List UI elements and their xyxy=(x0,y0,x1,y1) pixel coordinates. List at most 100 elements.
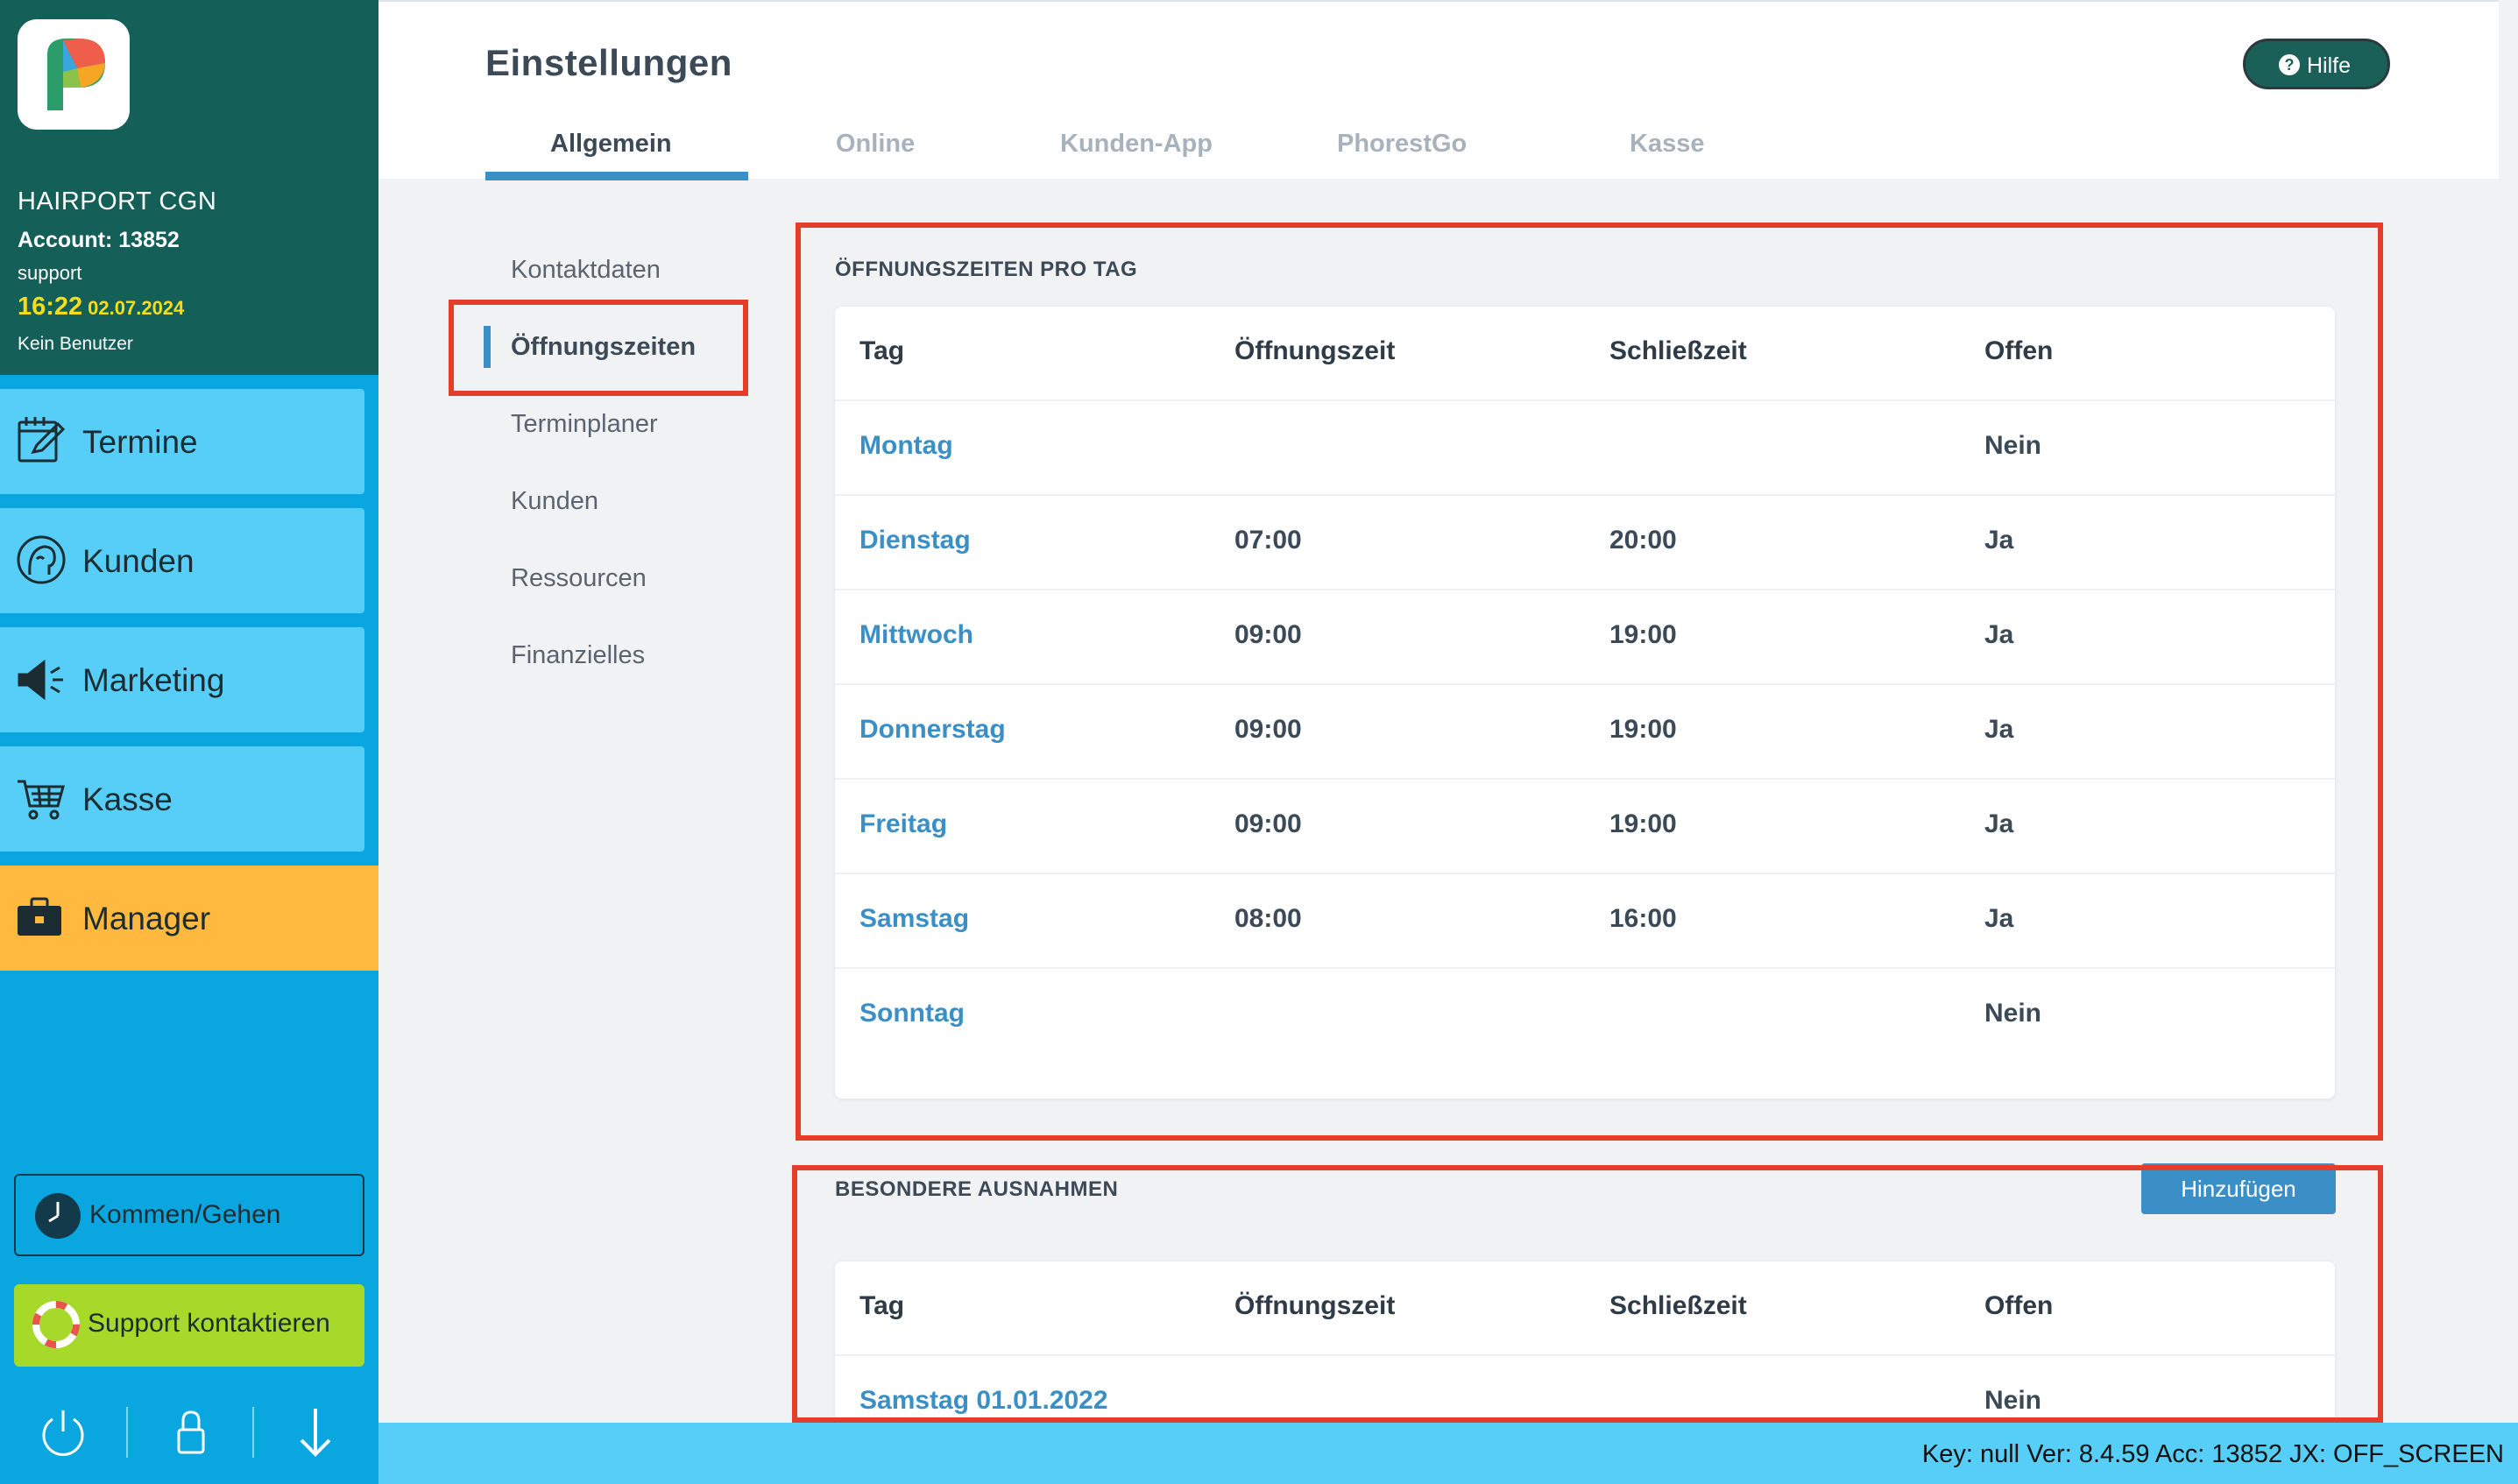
nav-marketing[interactable]: Marketing xyxy=(0,627,364,732)
nav-manager[interactable]: Manager xyxy=(0,866,378,971)
salon-name: HAIRPORT CGN xyxy=(18,187,217,216)
help-button[interactable]: ? Hilfe xyxy=(2243,39,2390,89)
column-header: Öffnungszeit xyxy=(1234,336,1396,365)
app-logo xyxy=(18,19,130,130)
open-status: Ja xyxy=(1984,904,2014,933)
table-header: Tag Öffnungszeit Schließzeit Offen xyxy=(835,1261,2335,1356)
day-link[interactable]: Sonntag xyxy=(859,999,965,1028)
active-user: Kein Benutzer xyxy=(18,334,133,354)
status-bar: Key: null Ver: 8.4.59 Acc: 13852 JX: OFF… xyxy=(378,1423,2518,1484)
column-header: Tag xyxy=(859,336,905,365)
calendar-edit-icon xyxy=(18,417,66,463)
table-row[interactable]: Montag Nein xyxy=(835,401,2335,496)
hours-section-title: ÖFFNUNGSZEITEN PRO TAG xyxy=(835,258,1138,281)
table-header: Tag Öffnungszeit Schließzeit Offen xyxy=(835,307,2335,401)
clock-in-out-label: Kommen/Gehen xyxy=(89,1200,281,1229)
nav-kunden[interactable]: Kunden xyxy=(0,508,364,613)
day-link[interactable]: Montag xyxy=(859,431,953,461)
opening-time: 09:00 xyxy=(1234,620,1302,649)
column-header: Öffnungszeit xyxy=(1234,1291,1396,1320)
exceptions-table: Tag Öffnungszeit Schließzeit Offen Samst… xyxy=(835,1261,2335,1424)
day-link[interactable]: Donnerstag xyxy=(859,715,1006,745)
contact-support-button[interactable]: Support kontaktieren xyxy=(14,1284,364,1367)
closing-time: 19:00 xyxy=(1609,809,1677,838)
clock-in-out-button[interactable]: Kommen/Gehen xyxy=(14,1174,364,1256)
nav-marketing-label: Marketing xyxy=(82,662,225,698)
table-row[interactable]: Samstag 01.01.2022 Nein xyxy=(835,1356,2335,1424)
open-status: Ja xyxy=(1984,620,2014,649)
closing-time: 16:00 xyxy=(1609,904,1677,933)
subnav-ressourcen[interactable]: Ressourcen xyxy=(511,564,647,593)
page-header: Einstellungen ? Hilfe Allgemein Online K… xyxy=(378,0,2499,180)
subnav-finanzielles[interactable]: Finanzielles xyxy=(511,641,645,670)
lifebuoy-icon xyxy=(32,1301,80,1348)
nav-kasse[interactable]: Kasse xyxy=(0,746,364,852)
subnav-oeffnungszeiten[interactable]: Öffnungszeiten xyxy=(511,333,696,362)
clock-display: 16:22 02.07.2024 xyxy=(18,293,184,322)
open-status: Ja xyxy=(1984,809,2014,838)
table-row[interactable]: Donnerstag 09:00 19:00 Ja xyxy=(835,685,2335,780)
hours-table: Tag Öffnungszeit Schließzeit Offen Monta… xyxy=(835,307,2335,1099)
arrow-down-icon[interactable] xyxy=(287,1403,343,1459)
closing-time: 19:00 xyxy=(1609,715,1677,744)
page-title: Einstellungen xyxy=(485,42,732,83)
add-exception-button[interactable]: Hinzufügen xyxy=(2141,1163,2336,1214)
column-header: Tag xyxy=(859,1291,905,1320)
open-status: Nein xyxy=(1984,999,2042,1028)
question-icon: ? xyxy=(2279,54,2300,75)
account-panel: HAIRPORT CGN Account: 13852 support 16:2… xyxy=(0,0,378,375)
window-edge xyxy=(2499,0,2518,1423)
subnav-kontaktdaten[interactable]: Kontaktdaten xyxy=(511,256,661,285)
customer-head-icon xyxy=(17,535,66,584)
open-status: Ja xyxy=(1984,526,2014,555)
table-row[interactable]: Samstag 08:00 16:00 Ja xyxy=(835,874,2335,969)
nav-kasse-label: Kasse xyxy=(82,781,173,817)
day-link[interactable]: Mittwoch xyxy=(859,620,973,650)
shopping-cart-icon xyxy=(18,780,65,820)
logged-in-user: support xyxy=(18,262,82,284)
briefcase-icon xyxy=(18,897,61,936)
table-row[interactable]: Freitag 09:00 19:00 Ja xyxy=(835,780,2335,874)
tab-online[interactable]: Online xyxy=(836,130,915,159)
current-time: 16:22 xyxy=(18,293,83,321)
tab-kasse[interactable]: Kasse xyxy=(1630,130,1704,159)
open-status: Nein xyxy=(1984,431,2042,460)
contact-support-label: Support kontaktieren xyxy=(88,1309,330,1338)
column-header: Offen xyxy=(1984,1291,2054,1320)
opening-time: 08:00 xyxy=(1234,904,1302,933)
table-row[interactable]: Sonntag Nein xyxy=(835,969,2335,1064)
lock-icon[interactable] xyxy=(163,1403,219,1459)
nav-kunden-label: Kunden xyxy=(82,543,195,579)
megaphone-icon xyxy=(18,659,63,701)
status-text: Key: null Ver: 8.4.59 Acc: 13852 JX: OFF… xyxy=(1921,1440,2504,1468)
column-header: Schließzeit xyxy=(1609,336,1747,365)
nav-termine[interactable]: Termine xyxy=(0,389,364,494)
footer-divider xyxy=(252,1407,254,1458)
clock-icon xyxy=(35,1193,81,1239)
subnav-terminplaner[interactable]: Terminplaner xyxy=(511,410,658,439)
opening-time: 09:00 xyxy=(1234,809,1302,838)
sidebar: HAIRPORT CGN Account: 13852 support 16:2… xyxy=(0,0,378,1484)
active-tab-indicator xyxy=(485,172,748,180)
exceptions-section-title: BESONDERE AUSNAHMEN xyxy=(835,1177,1119,1201)
table-row[interactable]: Dienstag 07:00 20:00 Ja xyxy=(835,496,2335,590)
footer-divider xyxy=(126,1407,128,1458)
day-link[interactable]: Samstag xyxy=(859,904,969,934)
tab-kunden-app[interactable]: Kunden-App xyxy=(1060,130,1213,159)
closing-time: 19:00 xyxy=(1609,620,1677,649)
column-header: Schließzeit xyxy=(1609,1291,1747,1320)
day-link[interactable]: Samstag 01.01.2022 xyxy=(859,1386,1108,1416)
tab-phorestgo[interactable]: PhorestGo xyxy=(1337,130,1467,159)
subnav-kunden[interactable]: Kunden xyxy=(511,487,598,516)
active-subnav-marker xyxy=(484,326,491,368)
tab-allgemein[interactable]: Allgemein xyxy=(550,130,672,159)
table-row[interactable]: Mittwoch 09:00 19:00 Ja xyxy=(835,590,2335,685)
column-header: Offen xyxy=(1984,336,2054,365)
power-icon[interactable] xyxy=(35,1403,91,1459)
opening-time: 07:00 xyxy=(1234,526,1302,555)
day-link[interactable]: Dienstag xyxy=(859,526,971,555)
day-link[interactable]: Freitag xyxy=(859,809,947,839)
opening-time: 09:00 xyxy=(1234,715,1302,744)
nav-termine-label: Termine xyxy=(82,424,198,460)
account-number: Account: 13852 xyxy=(18,228,180,252)
